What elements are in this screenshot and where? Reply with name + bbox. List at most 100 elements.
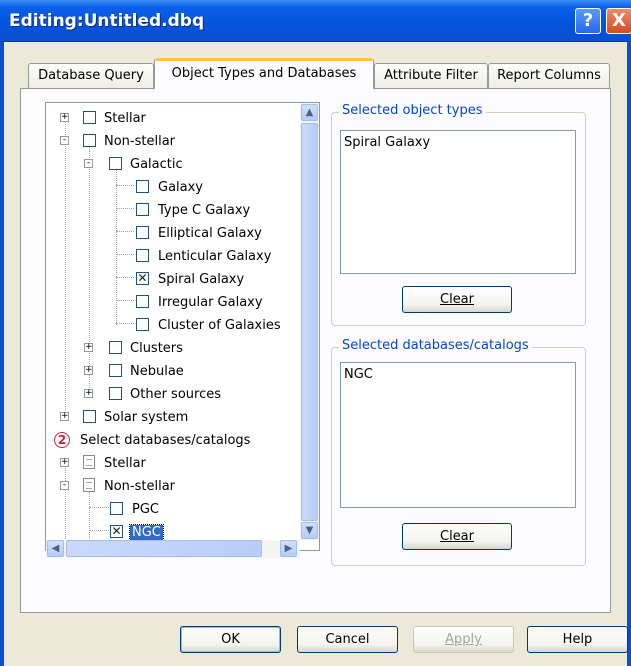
- tree-item-label: Nebulae: [130, 364, 184, 379]
- checkbox[interactable]: [136, 249, 149, 262]
- tree-item-elliptical-galaxy[interactable]: Elliptical Galaxy: [46, 223, 301, 245]
- question-mark-icon: ?: [582, 10, 594, 31]
- selected-object-types-title: Selected object types: [339, 103, 486, 118]
- tab-label: Database Query: [38, 68, 144, 83]
- tree-item-label: Galaxy: [158, 180, 204, 195]
- scroll-right-icon[interactable]: ▶: [280, 540, 297, 557]
- selected-databases-title: Selected databases/catalogs: [339, 338, 532, 353]
- expand-icon[interactable]: +: [60, 458, 69, 467]
- collapse-icon[interactable]: -: [84, 159, 93, 168]
- tab-object-types-and-databases[interactable]: Object Types and Databases: [154, 58, 374, 89]
- expand-icon[interactable]: +: [60, 113, 69, 122]
- expand-icon[interactable]: +: [60, 412, 69, 421]
- button-label: Help: [562, 632, 593, 647]
- checkbox[interactable]: [136, 318, 149, 331]
- help-title-button[interactable]: ?: [575, 8, 601, 34]
- checkbox[interactable]: [109, 341, 122, 354]
- tree-item-label: Clusters: [130, 341, 183, 356]
- tree-item-galaxy[interactable]: Galaxy: [46, 177, 301, 199]
- checkbox[interactable]: [83, 410, 96, 423]
- checkbox[interactable]: [83, 111, 96, 124]
- tree-item-label: Non-stellar: [104, 134, 176, 149]
- ok-button[interactable]: OK: [180, 626, 281, 653]
- tree-item-type-c-galaxy[interactable]: Type C Galaxy: [46, 200, 301, 222]
- checkbox[interactable]: [136, 180, 149, 193]
- list-item[interactable]: Spiral Galaxy: [344, 135, 572, 150]
- list-item[interactable]: NGC: [344, 367, 572, 382]
- cancel-button[interactable]: Cancel: [297, 626, 398, 653]
- tree-item-label: Lenticular Galaxy: [158, 249, 272, 264]
- tree-item-cluster-of-galaxies[interactable]: Cluster of Galaxies: [46, 315, 301, 337]
- tree-item-spiral-galaxy[interactable]: ✕ Spiral Galaxy: [46, 269, 301, 291]
- expand-icon[interactable]: +: [84, 366, 93, 375]
- tree-item-clusters[interactable]: + Clusters: [46, 338, 301, 360]
- tree-item-label: Galactic: [130, 157, 183, 172]
- tree-item-label: PGC: [132, 502, 159, 517]
- tree-section-databases: 2 Select databases/catalogs: [46, 430, 301, 452]
- button-label: Apply: [445, 632, 482, 647]
- scrollbar-thumb[interactable]: [301, 123, 318, 521]
- button-label: Clear: [440, 292, 474, 307]
- tree-item-irregular-galaxy[interactable]: Irregular Galaxy: [46, 292, 301, 314]
- selected-object-types-list[interactable]: Spiral Galaxy: [340, 130, 576, 274]
- tab-label: Object Types and Databases: [171, 66, 357, 81]
- tree-item-solar-system[interactable]: + Solar system: [46, 407, 301, 429]
- tab-attribute-filter[interactable]: Attribute Filter: [374, 63, 488, 88]
- checkbox[interactable]: [110, 502, 123, 515]
- tree-item-label: Stellar: [104, 456, 146, 471]
- scroll-up-icon[interactable]: ▲: [301, 104, 318, 121]
- tree-item-non-stellar[interactable]: - Non-stellar: [46, 131, 301, 153]
- button-label: Cancel: [325, 632, 370, 647]
- scrollbar-thumb[interactable]: [66, 540, 262, 557]
- tree-item-label: Spiral Galaxy: [158, 272, 245, 287]
- object-type-tree[interactable]: + Stellar - Non-stellar - Galactic Galax…: [45, 102, 320, 551]
- checkbox[interactable]: [83, 134, 96, 147]
- tree-item-label: Non-stellar: [104, 479, 176, 494]
- help-button[interactable]: Help: [527, 626, 628, 653]
- tree-section-label: Select databases/catalogs: [80, 433, 251, 448]
- tree-item-label: Irregular Galaxy: [158, 295, 263, 310]
- button-label: OK: [221, 632, 240, 647]
- window-title: Editing:Untitled.dbq: [9, 11, 205, 31]
- tab-database-query[interactable]: Database Query: [28, 63, 154, 88]
- close-button[interactable]: X: [606, 8, 631, 34]
- document-icon: [83, 478, 95, 492]
- checkbox[interactable]: [109, 387, 122, 400]
- tree-item-lenticular-galaxy[interactable]: Lenticular Galaxy: [46, 246, 301, 268]
- tree-item-pgc[interactable]: PGC: [46, 499, 301, 521]
- tree-item-other-sources[interactable]: + Other sources: [46, 384, 301, 406]
- title-bar[interactable]: Editing:Untitled.dbq ? X: [0, 0, 631, 42]
- tree-item-nebulae[interactable]: + Nebulae: [46, 361, 301, 383]
- tab-report-columns[interactable]: Report Columns: [488, 63, 610, 88]
- tree-item-db-stellar[interactable]: + Stellar: [46, 453, 301, 475]
- tab-label: Attribute Filter: [384, 68, 478, 83]
- clear-databases-button[interactable]: Clear: [402, 523, 512, 550]
- expand-icon[interactable]: +: [84, 389, 93, 398]
- close-icon: X: [612, 10, 626, 31]
- tree-vertical-scrollbar[interactable]: ▲ ▼: [300, 103, 319, 540]
- checkbox[interactable]: [136, 203, 149, 216]
- checkbox[interactable]: [136, 295, 149, 308]
- checkbox-checked[interactable]: ✕: [110, 525, 123, 538]
- checkbox-checked[interactable]: ✕: [136, 272, 149, 285]
- tree-item-stellar[interactable]: + Stellar: [46, 108, 301, 130]
- expand-icon[interactable]: +: [84, 343, 93, 352]
- tree-item-label: Other sources: [130, 387, 221, 402]
- checkbox[interactable]: [136, 226, 149, 239]
- clear-object-types-button[interactable]: Clear: [402, 286, 512, 313]
- button-label: Clear: [440, 529, 474, 544]
- tree-item-db-non-stellar[interactable]: - Non-stellar: [46, 476, 301, 498]
- scroll-left-icon[interactable]: ◀: [47, 540, 64, 557]
- scroll-down-icon[interactable]: ▼: [301, 522, 318, 539]
- tree-item-label: NGC: [129, 524, 164, 541]
- selected-databases-list[interactable]: NGC: [340, 362, 576, 508]
- checkbox[interactable]: [109, 157, 122, 170]
- checkbox[interactable]: [109, 364, 122, 377]
- collapse-icon[interactable]: -: [60, 481, 69, 490]
- tab-label: Report Columns: [497, 68, 601, 83]
- apply-button[interactable]: Apply: [413, 626, 514, 653]
- tree-horizontal-scrollbar[interactable]: ◀ ▶: [46, 540, 300, 558]
- tree-item-label: Solar system: [104, 410, 189, 425]
- tree-item-galactic[interactable]: - Galactic: [46, 154, 301, 176]
- collapse-icon[interactable]: -: [60, 136, 69, 145]
